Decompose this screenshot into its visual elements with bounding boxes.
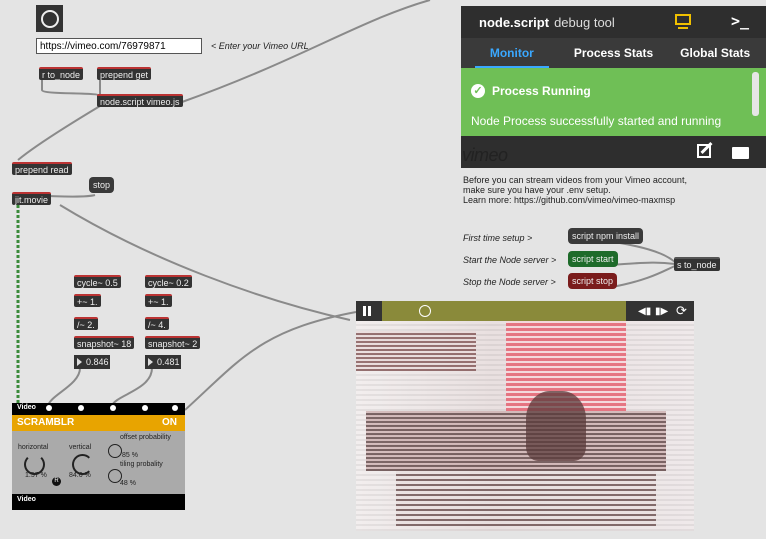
scramblr-device: Video SCRAMBLR ON horizontal 1.57 % vert… [12, 403, 185, 510]
tab-process-stats[interactable]: Process Stats [563, 46, 665, 60]
debug-title-rest: debug tool [554, 14, 615, 30]
inlet-5[interactable] [172, 405, 178, 411]
offset-value: 85 % [122, 452, 138, 459]
jit-movie-object[interactable]: jit.movie [12, 192, 52, 205]
setup-label: First time setup > [463, 233, 533, 243]
terminal-icon[interactable]: >_ [731, 12, 749, 30]
number-right[interactable]: 0.481 [145, 355, 181, 369]
r-to-node-object[interactable]: r to_node [39, 67, 84, 80]
debug-tool-panel: node.script debug tool >_ Monitor Proces… [461, 6, 766, 168]
scramblr-bottom-bar: Video [12, 494, 185, 510]
info-line-1: Before you can stream videos from your V… [463, 175, 687, 185]
step-forward-icon[interactable]: ▮▶ [655, 306, 668, 317]
debug-header: node.script debug tool >_ [461, 6, 766, 38]
vertical-label: vertical [69, 444, 92, 451]
person-silhouette [526, 391, 586, 461]
horizontal-label: horizontal [18, 444, 49, 451]
scramblr-bottom-label: Video [17, 496, 36, 503]
number-left[interactable]: 0.846 [74, 355, 110, 369]
folder-icon[interactable] [732, 147, 749, 159]
plus-right-object[interactable]: +~ 1. [145, 294, 172, 307]
video-player[interactable]: ◀▮ ▮▶ ⟳ [356, 301, 694, 531]
url-comment: < Enter your Vimeo URL [211, 41, 309, 51]
tiling-probability-label: tiling probality [120, 461, 163, 468]
scramblr-title: SCRAMBLR [17, 417, 75, 428]
info-line-3: Learn more: https://github.com/vimeo/vim… [463, 195, 676, 205]
div-right-object[interactable]: /~ 4. [145, 317, 169, 330]
step-back-icon[interactable]: ◀▮ [638, 306, 651, 317]
tab-monitor[interactable]: Monitor [461, 46, 563, 60]
pause-icon[interactable] [363, 306, 366, 316]
node-script-object[interactable]: node.script vimeo.js [97, 94, 183, 107]
offset-probability-label: offset probability [120, 434, 171, 441]
scramble-band-1 [356, 331, 476, 371]
video-transport-bar: ◀▮ ▮▶ ⟳ [356, 301, 694, 321]
prepend-read-object[interactable]: prepend read [12, 162, 72, 175]
info-line-2: make sure you have your .env setup. [463, 185, 611, 195]
scrollbar-thumb[interactable] [752, 72, 759, 116]
vimeo-logo: vimeo [462, 145, 508, 165]
inlet-2[interactable] [78, 405, 84, 411]
scramblr-top-label: Video [17, 404, 36, 411]
status-title: Process Running [492, 84, 591, 98]
s-to-node-object[interactable]: s to_node [674, 257, 720, 271]
check-circle-icon: ✓ [471, 84, 485, 98]
scramblr-title-bar: SCRAMBLR ON [12, 415, 185, 431]
video-frame [356, 321, 694, 531]
inlet-4[interactable] [142, 405, 148, 411]
status-message: Node Process successfully started and ru… [471, 114, 722, 128]
tab-global-stats[interactable]: Global Stats [664, 46, 766, 60]
scramblr-on-toggle[interactable]: ON [162, 417, 177, 428]
video-scrubber[interactable] [382, 301, 626, 321]
snapshot-right-object[interactable]: snapshot~ 2 [145, 336, 201, 349]
scramble-band-3 [366, 411, 666, 471]
start-label: Start the Node server > [463, 255, 557, 265]
scrubber-knob[interactable] [419, 305, 431, 317]
scramblr-top-bar: Video [12, 403, 185, 415]
url-textedit[interactable]: https://vimeo.com/76979871 [36, 38, 202, 54]
loop-icon[interactable]: ⟳ [676, 303, 687, 319]
r-badge[interactable]: R [52, 477, 61, 486]
plus-left-object[interactable]: +~ 1. [74, 294, 101, 307]
script-start-button[interactable]: script start [568, 251, 618, 267]
stop-message[interactable]: stop [89, 177, 115, 193]
inlet-1[interactable] [46, 405, 52, 411]
cycle-right-object[interactable]: cycle~ 0.2 [145, 275, 192, 288]
toggle-ring [41, 10, 59, 28]
vertical-value: 84.6 % [69, 472, 91, 479]
debug-tabs: Monitor Process Stats Global Stats [461, 38, 766, 68]
horizontal-value: 1.57 % [25, 472, 47, 479]
script-stop-button[interactable]: script stop [568, 273, 618, 289]
stop-label: Stop the Node server > [463, 277, 556, 287]
monitor-stand-icon [678, 27, 688, 29]
script-npm-install-button[interactable]: script npm install [568, 228, 644, 244]
debug-title-bold: node.script [479, 14, 550, 30]
monitor-icon[interactable] [675, 14, 691, 25]
div-left-object[interactable]: /~ 2. [74, 317, 98, 330]
snapshot-left-object[interactable]: snapshot~ 18 [74, 336, 135, 349]
tiling-value: 48 % [120, 480, 136, 487]
cycle-left-object[interactable]: cycle~ 0.5 [74, 275, 121, 288]
prepend-get-object[interactable]: prepend get [97, 67, 152, 80]
offset-dial[interactable] [108, 444, 122, 458]
inlet-3[interactable] [110, 405, 116, 411]
status-box: ✓ Process Running Node Process successfu… [461, 68, 747, 136]
toggle[interactable] [36, 5, 63, 32]
status-scrollbar[interactable] [747, 68, 766, 136]
scramble-band-4 [396, 471, 656, 526]
